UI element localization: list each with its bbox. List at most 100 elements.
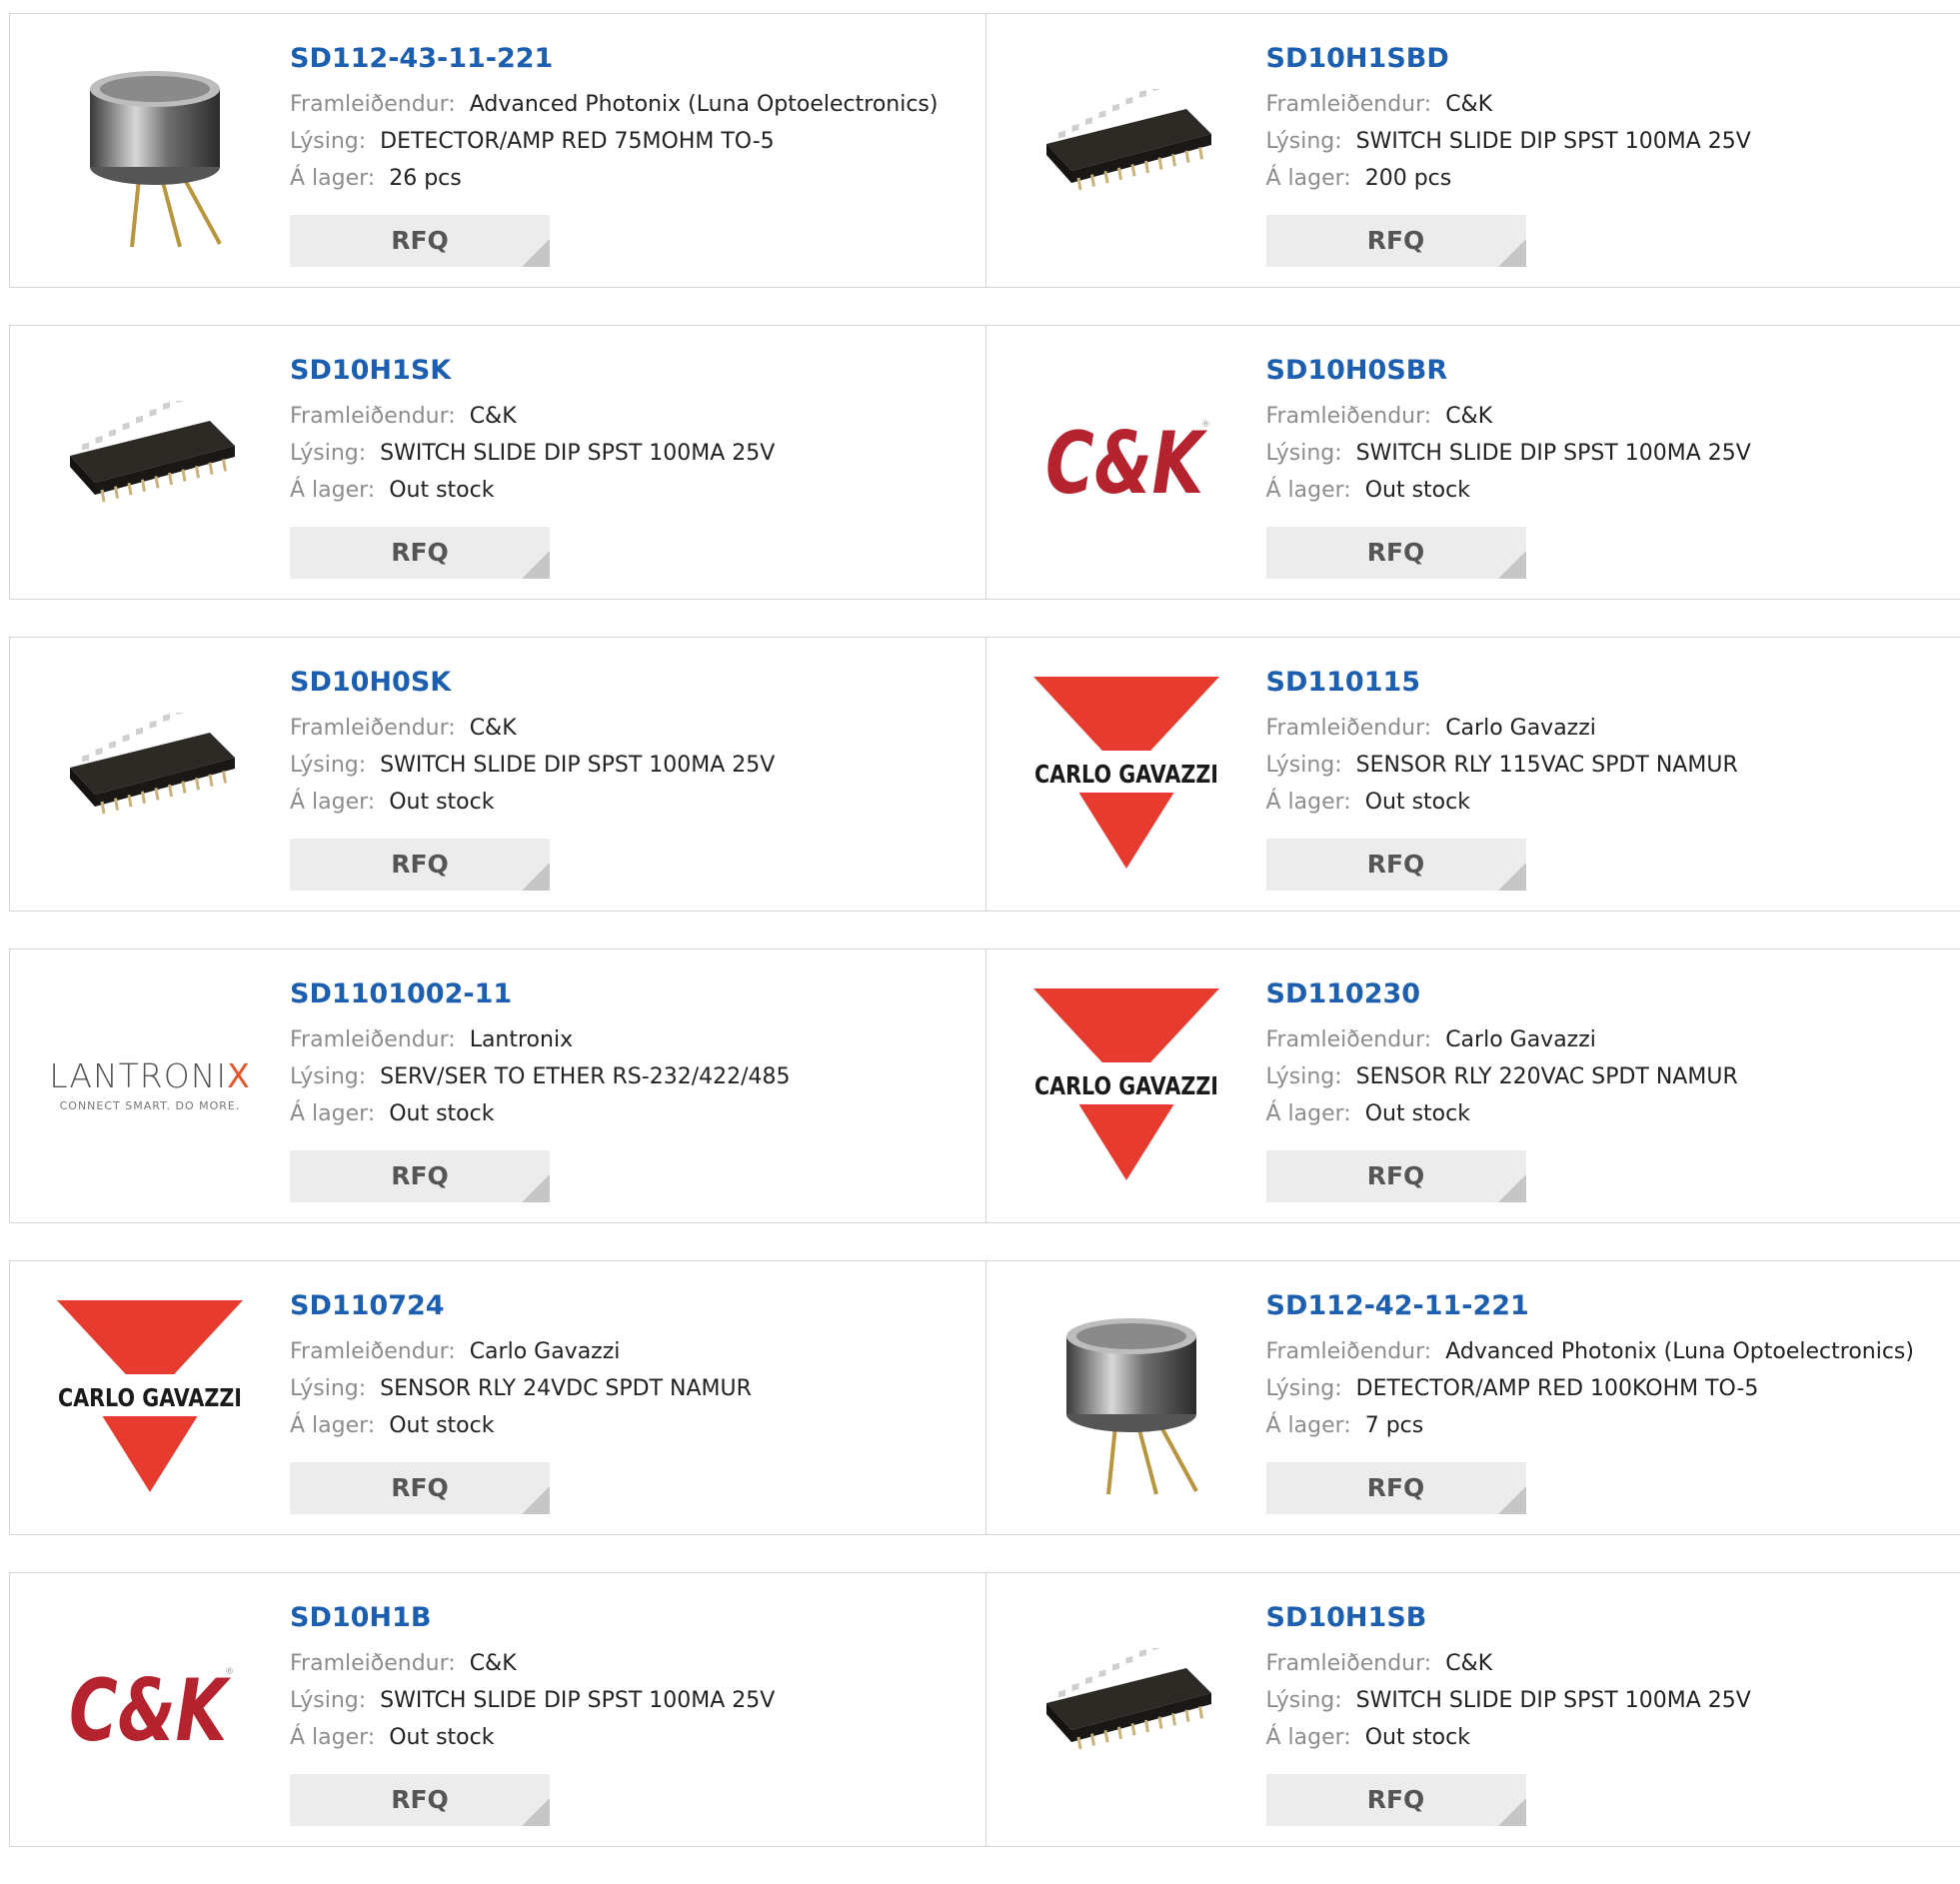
part-number-link[interactable]: SD10H0SBR bbox=[1266, 354, 1951, 388]
stock-row: Á lager: Out stock bbox=[1266, 472, 1951, 509]
product-image[interactable] bbox=[50, 670, 250, 875]
product-info: SD112-43-11-221 Framleiðendur:Advanced P… bbox=[290, 42, 976, 197]
stock-row: Á lager:26 pcs bbox=[290, 160, 976, 197]
manufacturer-value: Advanced Photonix (Luna Optoelectronics) bbox=[1445, 1339, 1914, 1364]
stock-label: Á lager: bbox=[1266, 478, 1351, 503]
rfq-label: RFQ bbox=[1266, 1774, 1526, 1826]
product-image[interactable] bbox=[50, 46, 250, 251]
manufacturer-label: Framleiðendur: bbox=[1266, 1651, 1432, 1676]
part-number-link[interactable]: SD10H0SK bbox=[290, 666, 976, 700]
rfq-button[interactable]: RFQ bbox=[290, 527, 550, 579]
to5-can-icon bbox=[1036, 1296, 1216, 1496]
product-info: SD110724 Framleiðendur:Carlo Gavazzi Lýs… bbox=[290, 1289, 976, 1444]
rfq-label: RFQ bbox=[290, 839, 550, 891]
product-info: SD110115 Framleiðendur:Carlo Gavazzi Lýs… bbox=[1266, 666, 1951, 821]
stock-label: Á lager: bbox=[1266, 1725, 1351, 1750]
description-value: SWITCH SLIDE DIP SPST 100MA 25V bbox=[380, 753, 775, 778]
rfq-button[interactable]: RFQ bbox=[1266, 1462, 1526, 1514]
stock-row: Á lager:Out stock bbox=[1266, 1095, 1951, 1132]
stock-label: Á lager: bbox=[1266, 1101, 1351, 1126]
stock-label: Á lager: bbox=[290, 790, 375, 815]
stock-label: Á lager: bbox=[1266, 790, 1351, 815]
stock-row: Á lager:Out stock bbox=[290, 784, 976, 821]
rfq-label: RFQ bbox=[290, 215, 550, 267]
stock-label: Á lager: bbox=[1266, 1413, 1351, 1438]
manufacturer-row: Framleiðendur:C&K bbox=[290, 398, 976, 435]
rfq-button[interactable]: RFQ bbox=[1266, 1774, 1526, 1826]
part-number-link[interactable]: SD110115 bbox=[1266, 666, 1951, 700]
part-number-link[interactable]: SD10H1B bbox=[290, 1601, 976, 1635]
manufacturer-value: C&K bbox=[470, 716, 517, 741]
product-card: SD10H0SK Framleiðendur:C&K Lýsing:SWITCH… bbox=[10, 638, 985, 911]
product-image[interactable]: CARLO GAVAZZI bbox=[50, 1293, 250, 1498]
product-image[interactable]: C&K® bbox=[1026, 358, 1226, 563]
corner-fold-icon bbox=[1498, 1486, 1526, 1514]
description-row: Lýsing:SWITCH SLIDE DIP SPST 100MA 25V bbox=[1266, 1682, 1951, 1719]
rfq-button[interactable]: RFQ bbox=[290, 1462, 550, 1514]
product-image[interactable] bbox=[1026, 1293, 1226, 1498]
rfq-button[interactable]: RFQ bbox=[1266, 1150, 1526, 1202]
product-info: SD110230 Framleiðendur:Carlo Gavazzi Lýs… bbox=[1266, 977, 1951, 1132]
part-number-link[interactable]: SD10H1SBD bbox=[1266, 42, 1951, 76]
part-number-link[interactable]: SD10H1SB bbox=[1266, 1601, 1951, 1635]
corner-fold-icon bbox=[522, 863, 550, 891]
product-image[interactable]: LANTRONIXCONNECT SMART. DO MORE. bbox=[50, 981, 250, 1186]
part-number-link[interactable]: SD110230 bbox=[1266, 977, 1951, 1011]
rfq-button[interactable]: RFQ bbox=[290, 1774, 550, 1826]
product-image[interactable] bbox=[1026, 46, 1226, 251]
part-number-link[interactable]: SD1101002-11 bbox=[290, 977, 976, 1011]
product-info: SD10H0SBR Framleiðendur:C&K Lýsing:SWITC… bbox=[1266, 354, 1951, 509]
manufacturer-label: Framleiðendur: bbox=[290, 1651, 456, 1676]
product-image[interactable] bbox=[50, 358, 250, 563]
stock-value: 7 pcs bbox=[1365, 1413, 1424, 1438]
product-card: LANTRONIXCONNECT SMART. DO MORE. SD11010… bbox=[10, 949, 985, 1222]
description-label: Lýsing: bbox=[290, 129, 366, 154]
product-image[interactable] bbox=[1026, 1605, 1226, 1810]
product-image[interactable]: C&K® bbox=[50, 1605, 250, 1810]
description-label: Lýsing: bbox=[1266, 129, 1342, 154]
carlo-gavazzi-logo: CARLO GAVAZZI bbox=[1031, 673, 1221, 873]
rfq-label: RFQ bbox=[1266, 215, 1526, 267]
rfq-label: RFQ bbox=[1266, 1150, 1526, 1202]
stock-value: 26 pcs bbox=[389, 166, 462, 191]
rfq-button[interactable]: RFQ bbox=[290, 1150, 550, 1202]
description-label: Lýsing: bbox=[290, 441, 366, 466]
description-value: SWITCH SLIDE DIP SPST 100MA 25V bbox=[1356, 441, 1751, 466]
manufacturer-row: Framleiðendur:Carlo Gavazzi bbox=[290, 1333, 976, 1370]
corner-fold-icon bbox=[1498, 1174, 1526, 1202]
manufacturer-row: Framleiðendur:C&K bbox=[1266, 398, 1951, 435]
part-number-link[interactable]: SD10H1SK bbox=[290, 354, 976, 388]
rfq-button[interactable]: RFQ bbox=[290, 839, 550, 891]
manufacturer-value: Carlo Gavazzi bbox=[1445, 1027, 1596, 1052]
product-card: C&K® SD10H1B Framleiðendur:C&K Lýsing:SW… bbox=[10, 1573, 985, 1846]
description-label: Lýsing: bbox=[290, 1064, 366, 1089]
rfq-button[interactable]: RFQ bbox=[1266, 527, 1526, 579]
manufacturer-label: Framleiðendur: bbox=[290, 716, 456, 741]
svg-text:®: ® bbox=[225, 1667, 234, 1677]
rfq-button[interactable]: RFQ bbox=[1266, 839, 1526, 891]
stock-row: Á lager:Out stock bbox=[1266, 784, 1951, 821]
product-card: SD112-43-11-221 Framleiðendur:Advanced P… bbox=[10, 14, 985, 287]
manufacturer-label: Framleiðendur: bbox=[1266, 716, 1432, 741]
description-label: Lýsing: bbox=[1266, 1376, 1342, 1401]
stock-row: Á lager:Out stock bbox=[290, 472, 976, 509]
part-number-link[interactable]: SD112-43-11-221 bbox=[290, 42, 976, 76]
part-number-link[interactable]: SD110724 bbox=[290, 1289, 976, 1323]
part-number-link[interactable]: SD112-42-11-221 bbox=[1266, 1289, 1951, 1323]
manufacturer-label: Framleiðendur: bbox=[1266, 1027, 1432, 1052]
description-label: Lýsing: bbox=[1266, 1688, 1342, 1713]
rfq-button[interactable]: RFQ bbox=[290, 215, 550, 267]
stock-value: Out stock bbox=[1365, 1725, 1470, 1750]
product-image[interactable]: CARLO GAVAZZI bbox=[1026, 981, 1226, 1186]
product-image[interactable]: CARLO GAVAZZI bbox=[1026, 670, 1226, 875]
stock-row: Á lager: 7 pcs bbox=[1266, 1407, 1951, 1444]
corner-fold-icon bbox=[522, 1174, 550, 1202]
stock-value: Out stock bbox=[389, 478, 494, 503]
product-row: CARLO GAVAZZI SD110724 Framleiðendur:Car… bbox=[9, 1260, 1960, 1535]
manufacturer-row: Framleiðendur:Advanced Photonix (Luna Op… bbox=[290, 86, 976, 123]
rfq-button[interactable]: RFQ bbox=[1266, 215, 1526, 267]
manufacturer-label: Framleiðendur: bbox=[290, 92, 456, 117]
dip-switch-icon bbox=[60, 713, 240, 833]
product-row: C&K® SD10H1B Framleiðendur:C&K Lýsing:SW… bbox=[9, 1572, 1960, 1847]
stock-value: Out stock bbox=[1365, 478, 1470, 503]
